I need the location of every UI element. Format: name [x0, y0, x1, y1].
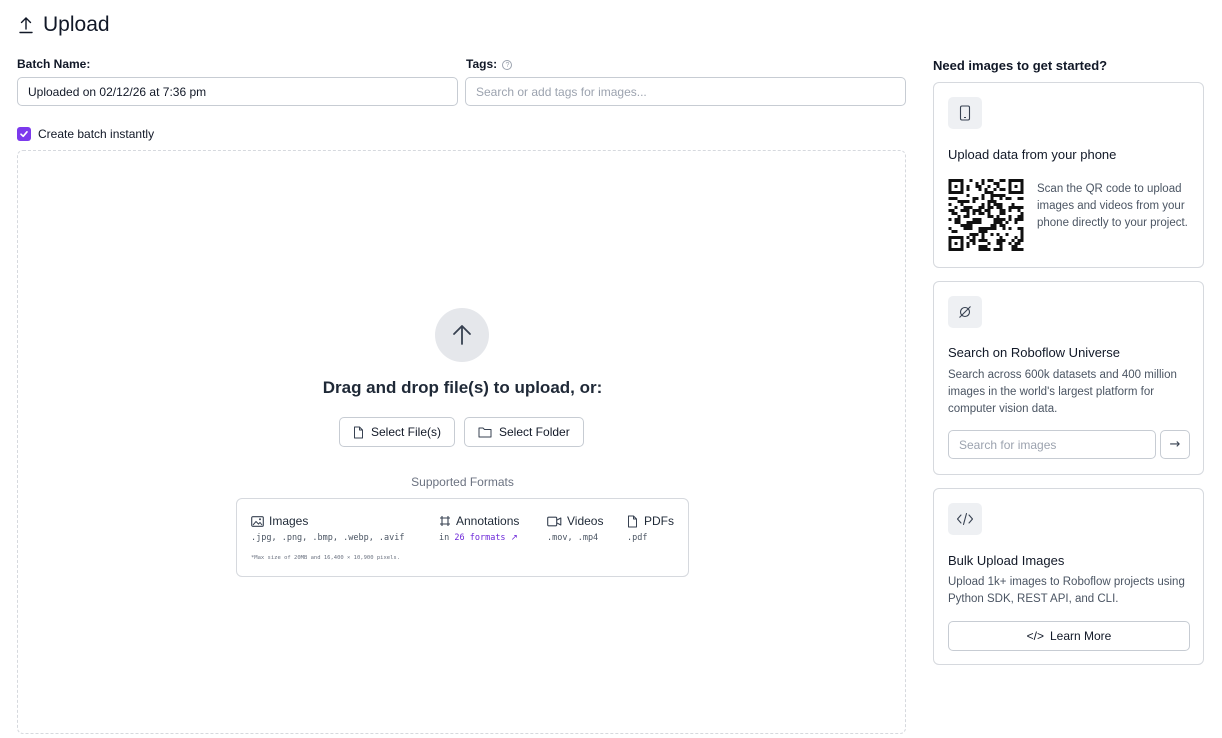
annotations-prefix: in [439, 533, 450, 543]
format-videos: Videos .mov, .mp4 [547, 514, 603, 543]
format-annotations: Annotations in 26 formats ↗ [439, 514, 519, 543]
phone-card-desc: Scan the QR code to upload images and vi… [1037, 183, 1188, 229]
size-limit-note: *Max size of 20MB and 16,400 × 10,900 pi… [251, 555, 401, 561]
page-header: Upload [17, 13, 110, 37]
phone-upload-card: Upload data from your phone Scan the QR … [933, 82, 1204, 268]
format-pdfs-title: PDFs [644, 514, 674, 528]
sidebar-title: Need images to get started? [933, 58, 1108, 73]
video-icon [547, 516, 562, 526]
dropzone-title: Drag and drop file(s) to upload, or: [322, 378, 603, 397]
universe-card-title: Search on Roboflow Universe [948, 345, 1120, 360]
select-folder-label: Select Folder [499, 425, 570, 439]
format-videos-ext: .mov, .mp4 [547, 533, 599, 543]
select-files-label: Select File(s) [371, 425, 442, 439]
universe-search-button[interactable]: → [1160, 430, 1190, 459]
format-images: Images .jpg, .png, .bmp, .webp, .avif [251, 514, 405, 543]
bulk-upload-card: Bulk Upload Images Upload 1k+ images to … [933, 488, 1204, 665]
universe-card-desc: Search across 600k datasets and 400 mill… [948, 369, 1177, 415]
format-images-title: Images [269, 514, 309, 528]
select-folder-button[interactable]: Select Folder [464, 417, 584, 447]
arrow-right-icon: → [1169, 437, 1181, 452]
tags-label-row: Tags: ? [466, 57, 513, 71]
planet-icon [948, 296, 982, 328]
external-arrow-icon: ↗ [510, 533, 518, 543]
batch-name-input[interactable]: Uploaded on 02/12/26 at 7:36 pm [17, 77, 458, 106]
format-pdfs: PDFs .pdf [627, 514, 674, 543]
phone-card-title: Upload data from your phone [948, 147, 1117, 162]
code-tag-icon: </> [1026, 629, 1044, 643]
page-title: Upload [43, 13, 110, 36]
select-files-button[interactable]: Select File(s) [339, 417, 456, 447]
universe-search-input[interactable]: Search for images [948, 430, 1156, 459]
format-annotations-title: Annotations [456, 514, 520, 528]
universe-card: Search on Roboflow Universe Search acros… [933, 281, 1204, 475]
phone-icon [948, 97, 982, 129]
annotation-formats-link-text: 26 formats [454, 533, 506, 543]
create-batch-checkbox[interactable] [17, 127, 31, 141]
tags-input[interactable]: Search or add tags for images... [465, 77, 906, 106]
create-batch-option[interactable]: Create batch instantly [17, 127, 154, 141]
folder-icon [478, 427, 492, 438]
code-icon [948, 503, 982, 535]
help-circle-icon[interactable]: ? [502, 60, 513, 70]
create-batch-label: Create batch instantly [38, 127, 155, 141]
supported-formats-label: Supported Formats [411, 475, 514, 489]
formats-card: Images .jpg, .png, .bmp, .webp, .avif An… [236, 498, 689, 577]
learn-more-label: Learn More [1049, 629, 1112, 643]
format-videos-title: Videos [567, 514, 604, 528]
bulk-card-title: Bulk Upload Images [948, 553, 1065, 568]
bulk-card-desc: Upload 1k+ images to Roboflow projects u… [948, 576, 1185, 605]
file-icon [354, 426, 363, 438]
learn-more-button[interactable]: </> Learn More [948, 621, 1190, 651]
format-images-ext: .jpg, .png, .bmp, .webp, .avif [251, 533, 405, 543]
upload-arrow-icon [435, 308, 489, 362]
tags-label: Tags: [466, 57, 498, 71]
annotation-formats-link[interactable]: 26 formats ↗ [454, 533, 517, 543]
qr-code [948, 179, 1024, 251]
image-icon [251, 515, 264, 527]
bounding-box-icon [440, 516, 450, 526]
pdf-file-icon [628, 515, 637, 527]
upload-icon [17, 14, 35, 36]
format-annotations-ext: in 26 formats ↗ [439, 533, 519, 543]
upload-dropzone[interactable]: Drag and drop file(s) to upload, or: Sel… [17, 150, 906, 734]
format-pdfs-ext: .pdf [627, 533, 648, 543]
batch-name-label: Batch Name: [17, 57, 91, 71]
